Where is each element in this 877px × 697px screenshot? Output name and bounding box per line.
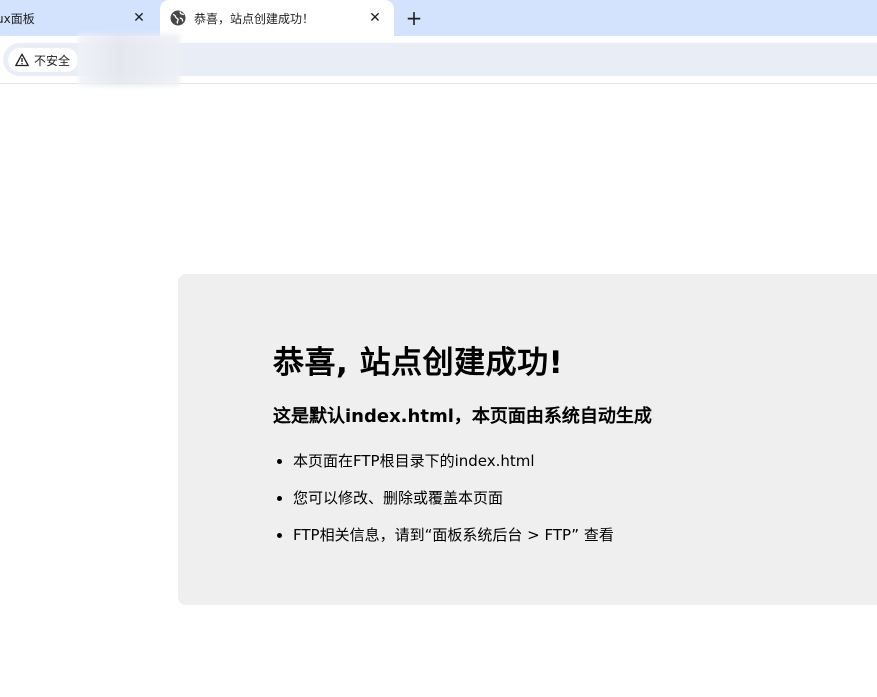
new-tab-button[interactable]: + [402,6,426,30]
info-list: 本页面在FTP根目录下的index.html 您可以修改、删除或覆盖本页面 FT… [273,452,652,544]
tab-title: ux面板 [0,11,35,26]
close-tab-icon[interactable]: ✕ [130,9,148,27]
list-item: 您可以修改、删除或覆盖本页面 [293,489,652,507]
tab-title: 恭喜，站点创建成功！ [194,11,315,26]
site-security-chip[interactable]: 不安全 [8,48,79,72]
browser-toolbar: 不安全 [0,34,877,86]
list-item: FTP相关信息，请到“面板系统后台 > FTP” 查看 [293,526,652,544]
globe-icon [170,10,186,26]
page-subtitle: 这是默认index.html，本页面由系统自动生成 [273,406,652,427]
tab-panel[interactable]: ux面板 ✕ [0,0,158,36]
tab-strip: ux面板 ✕ 恭喜，站点创建成功！ ✕ + [0,0,877,36]
redacted-url [78,34,180,86]
page-title: 恭喜, 站点创建成功! [273,345,564,381]
warning-triangle-icon [15,53,29,67]
close-tab-icon[interactable]: ✕ [366,9,384,27]
tab-site-created[interactable]: 恭喜，站点创建成功！ ✕ [160,0,394,36]
security-label: 不安全 [34,53,71,68]
list-item: 本页面在FTP根目录下的index.html [293,452,652,470]
welcome-panel: 恭喜, 站点创建成功! 这是默认index.html，本页面由系统自动生成 本页… [178,274,877,605]
welcome-content: 恭喜, 站点创建成功! 这是默认index.html，本页面由系统自动生成 本页… [273,337,652,563]
